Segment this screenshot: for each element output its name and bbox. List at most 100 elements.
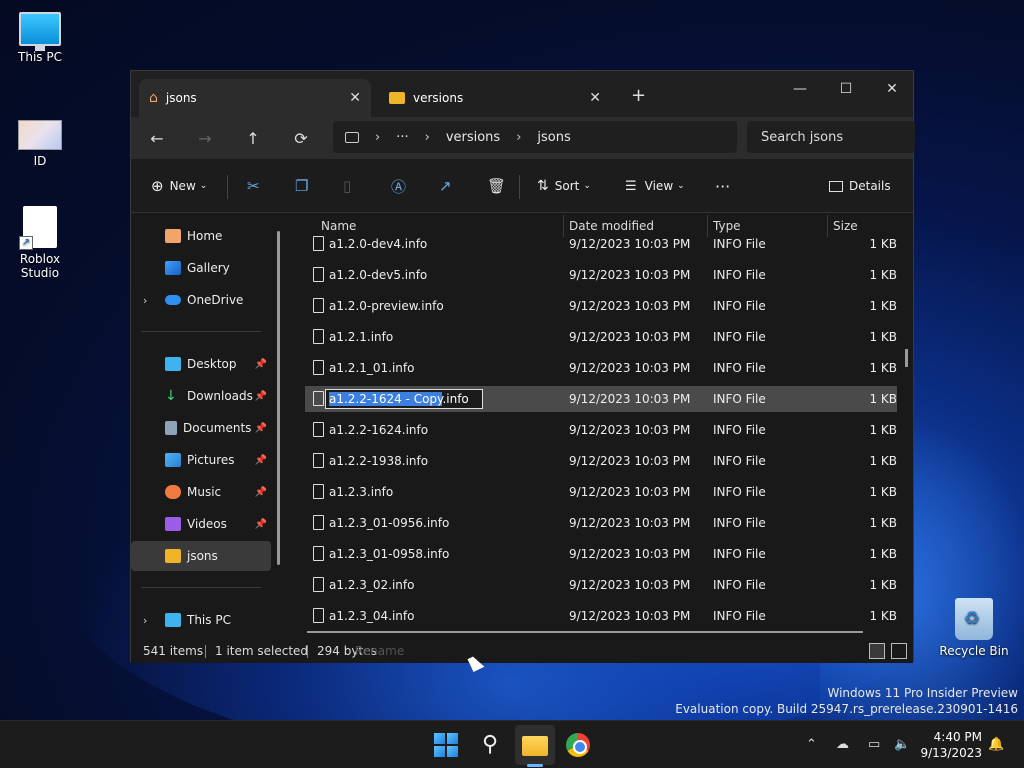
list-horizontal-scrollbar[interactable] xyxy=(307,631,863,633)
sidebar-item-documents[interactable]: Documents 📌 xyxy=(131,413,271,443)
paste-button[interactable]: ▯ xyxy=(343,175,351,197)
table-row[interactable]: a1.2.2-1624.info 9/12/2023 10:03 PM INFO F… xyxy=(305,417,897,443)
breadcrumb-versions[interactable]: versions xyxy=(446,130,500,145)
breadcrumb-overflow[interactable]: ··· xyxy=(396,130,408,145)
table-row[interactable]: a1.2.3_02.info 9/12/2023 10:03 PM INFO Fil… xyxy=(305,572,897,598)
onedrive-tray-icon[interactable]: ☁ xyxy=(836,737,849,752)
back-button[interactable]: ← xyxy=(143,125,171,153)
file-type: INFO File xyxy=(713,361,766,375)
sidebar-item-gallery[interactable]: Gallery xyxy=(131,253,271,283)
sidebar-item-music[interactable]: Music 📌 xyxy=(131,477,271,507)
file-icon xyxy=(313,422,324,437)
desktop-icon-recycle-bin[interactable]: ♻ Recycle Bin xyxy=(934,598,1014,658)
music-icon xyxy=(165,485,181,499)
sidebar-item-home[interactable]: Home xyxy=(131,221,271,251)
sidebar-item-videos[interactable]: Videos 📌 xyxy=(131,509,271,539)
sidebar-item-pictures[interactable]: Pictures 📌 xyxy=(131,445,271,475)
forward-button[interactable]: → xyxy=(191,125,219,153)
minimize-button[interactable]: — xyxy=(777,75,823,103)
table-row-renaming[interactable]: a1.2.2-1624 - Copy.info 9/12/2023 10:03 P… xyxy=(305,386,897,412)
table-row[interactable]: a1.2.3_04.info 9/12/2023 10:03 PM INFO Fil… xyxy=(305,603,897,629)
chevron-right-icon[interactable]: › xyxy=(143,294,147,307)
table-row[interactable]: a1.2.0-preview.info 9/12/2023 10:03 PM INF… xyxy=(305,293,897,319)
file-type: INFO File xyxy=(713,454,766,468)
list-vertical-scrollbar[interactable] xyxy=(905,349,908,367)
refresh-button[interactable]: ⟳ xyxy=(287,125,315,153)
share-button[interactable]: ↗ xyxy=(439,175,452,197)
file-date: 9/12/2023 10:03 PM xyxy=(569,454,691,468)
toolbar-divider xyxy=(519,175,520,199)
desktop-icon-this-pc[interactable]: This PC xyxy=(0,12,80,64)
table-row[interactable]: a1.2.0-dev4.info 9/12/2023 10:03 PM INFO F… xyxy=(305,231,897,257)
table-row[interactable]: a1.2.1.info 9/12/2023 10:03 PM INFO File 1 … xyxy=(305,324,897,350)
breadcrumb-jsons[interactable]: jsons xyxy=(537,130,570,145)
tab-jsons[interactable]: ⌂ jsons ✕ xyxy=(139,79,371,117)
chevron-right-icon[interactable]: › xyxy=(143,614,147,627)
maximize-button[interactable]: ☐ xyxy=(823,75,869,103)
file-type: INFO File xyxy=(713,237,766,251)
new-button[interactable]: ⊕ New ⌄ xyxy=(151,175,207,197)
sidebar-item-label: Documents xyxy=(183,421,252,435)
cut-button[interactable]: ✂ xyxy=(247,175,260,197)
file-name: a1.2.2-1938.info xyxy=(329,454,429,468)
desktop-folder-icon xyxy=(165,357,181,371)
table-row[interactable]: a1.2.0-dev5.info 9/12/2023 10:03 PM INFO F… xyxy=(305,262,897,288)
file-size: 1 KB xyxy=(869,299,897,313)
picture-icon xyxy=(165,453,181,467)
details-view-button[interactable] xyxy=(869,643,885,659)
sidebar-item-jsons[interactable]: jsons xyxy=(131,541,271,571)
address-bar[interactable]: › ··· › versions › jsons xyxy=(333,121,737,153)
close-button[interactable]: ✕ xyxy=(869,75,915,103)
copy-button[interactable]: ❐ xyxy=(295,175,308,197)
item-count: 541 items xyxy=(143,644,204,658)
delete-button[interactable]: 🗑 xyxy=(487,175,506,197)
table-row[interactable]: a1.2.2-1938.info 9/12/2023 10:03 PM INFO F… xyxy=(305,448,897,474)
table-row[interactable]: a1.2.3.info 9/12/2023 10:03 PM INFO File 1 … xyxy=(305,479,897,505)
sidebar-item-this-pc[interactable]: › This PC xyxy=(131,605,271,635)
sidebar-item-downloads[interactable]: ↓ Downloads 📌 xyxy=(131,381,271,411)
chevron-down-icon: ⌄ xyxy=(677,181,685,191)
table-row[interactable]: a1.2.1_01.info 9/12/2023 10:03 PM INFO Fil… xyxy=(305,355,897,381)
search-button[interactable]: ⚲ xyxy=(476,731,504,759)
show-hidden-icons-button[interactable]: ⌃ xyxy=(806,737,817,752)
close-tab-icon[interactable]: ✕ xyxy=(589,90,601,106)
close-tab-icon[interactable]: ✕ xyxy=(349,90,361,106)
search-input[interactable]: Search jsons xyxy=(747,121,915,153)
sort-label: Sort xyxy=(554,179,580,193)
windows-logo-icon xyxy=(434,733,458,757)
table-row[interactable]: a1.2.3_01-0956.info 9/12/2023 10:03 PM INF… xyxy=(305,510,897,536)
details-button[interactable]: Details xyxy=(829,175,891,197)
more-options-button[interactable]: ··· xyxy=(715,175,730,197)
tab-label: jsons xyxy=(165,91,197,105)
taskbar: ⚲ ⌃ ☁ ▭ 🔈 4:40 PM 9/13/2023 🔔 xyxy=(0,720,1024,768)
sidebar-item-onedrive[interactable]: › OneDrive xyxy=(131,285,271,315)
desktop-icon-roblox-studio[interactable]: ↗ Roblox Studio xyxy=(0,206,80,280)
tiles-view-button[interactable] xyxy=(891,643,907,659)
tab-versions[interactable]: versions ✕ xyxy=(379,79,611,117)
sidebar-scrollbar[interactable] xyxy=(277,231,280,565)
start-button[interactable] xyxy=(432,731,460,759)
chrome-taskbar-button[interactable] xyxy=(564,731,592,759)
view-button[interactable]: ☰ View ⌄ xyxy=(625,175,685,197)
rename-button[interactable]: Ⓐ xyxy=(391,175,406,197)
rename-input[interactable]: a1.2.2-1624 - Copy.info xyxy=(325,389,483,409)
sidebar-item-desktop[interactable]: Desktop 📌 xyxy=(131,349,271,379)
file-explorer-taskbar-button[interactable] xyxy=(521,731,549,759)
file-type: INFO File xyxy=(713,609,766,623)
up-button[interactable]: ↑ xyxy=(239,125,267,153)
pin-icon: 📌 xyxy=(254,454,267,466)
file-date: 9/12/2023 10:03 PM xyxy=(569,361,691,375)
desktop-icon-label: This PC xyxy=(18,50,62,64)
notification-bell-icon[interactable]: 🔔 xyxy=(988,737,1004,752)
table-row[interactable]: a1.2.3_01-0958.info 9/12/2023 10:03 PM INF… xyxy=(305,541,897,567)
new-tab-button[interactable]: + xyxy=(631,85,646,106)
volume-muted-icon[interactable]: 🔈 xyxy=(894,737,910,752)
file-name: a1.2.3_01-0958.info xyxy=(329,547,450,561)
sort-button[interactable]: ⇅ Sort ⌄ xyxy=(537,175,591,197)
desktop-icon-id[interactable]: ID xyxy=(0,120,80,168)
network-icon[interactable]: ▭ xyxy=(868,737,880,752)
file-date: 9/12/2023 10:03 PM xyxy=(569,237,691,251)
file-name: a1.2.3.info xyxy=(329,485,394,499)
clock[interactable]: 4:40 PM 9/13/2023 xyxy=(920,729,982,761)
file-type: INFO File xyxy=(713,547,766,561)
